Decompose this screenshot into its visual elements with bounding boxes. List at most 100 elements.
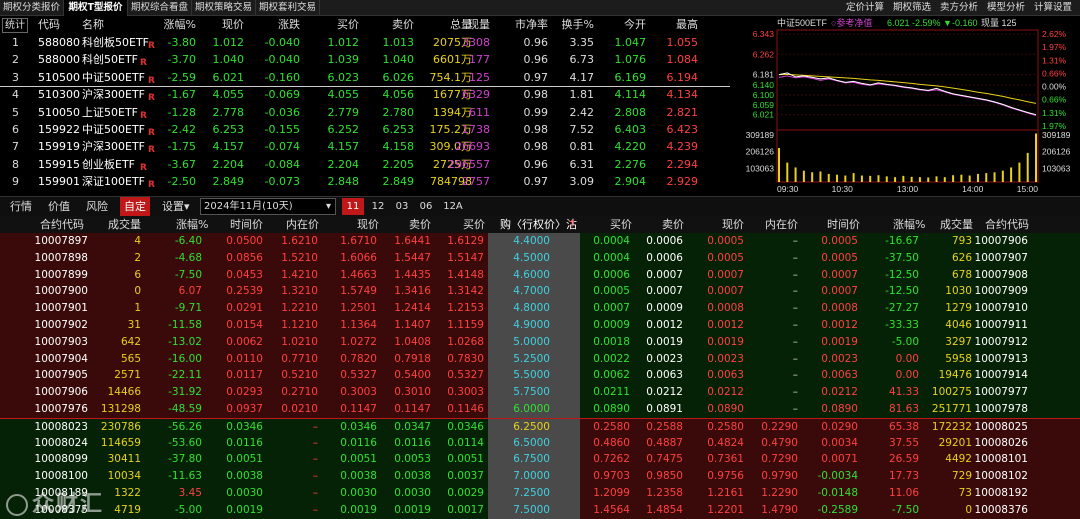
tab-option-overview[interactable]: 期权综合看盘 [128, 0, 192, 16]
row-turnover: 6.31 [569, 157, 595, 171]
col-code[interactable]: 代码 [38, 16, 60, 34]
col-left-vol[interactable]: 成交量 [108, 216, 141, 233]
chain-row[interactable]: 10007901 1 -9.71 0.0291 1.2210 1.2501 1.2414 1.… [0, 300, 1080, 317]
quote-row[interactable]: 3 510500 中证500ETF -2.59 6.021 -0.160 6.023 6.02… [0, 69, 730, 87]
col-left-intrinsic[interactable]: 内在价 [286, 216, 319, 233]
chain-row[interactable]: 10007903 642 -13.02 0.0062 1.0210 1.0272 1.040… [0, 333, 1080, 351]
col-chg-pct[interactable]: 涨幅% [164, 16, 196, 34]
option-filter-link[interactable]: 期权筛选 [893, 0, 931, 16]
col-right-time-value[interactable]: 时间价 [827, 216, 860, 233]
col-left-ask[interactable]: 卖价 [409, 216, 431, 233]
col-open[interactable]: 今开 [624, 16, 646, 34]
col-left-price[interactable]: 现价 [357, 216, 379, 233]
month-03[interactable]: 03 [392, 198, 412, 215]
chain-row[interactable]: 10008189 1322 3.45 0.0030–0.0030 0.0030 0.002… [0, 485, 1080, 502]
chain-row[interactable]: 10008100 10034 -11.63 0.0038 – 0.0038 0.0038 0.… [0, 468, 1080, 485]
calc-settings-link[interactable]: 计算设置 [1034, 0, 1072, 16]
put-code: 10008102 [974, 470, 1028, 483]
intraday-chart[interactable]: 中证500ETF ○参考净值 6.021 -2.59% ▼-0.160 现量 125 6… [735, 16, 1080, 194]
chain-row[interactable]: 10007906 14466 -31.92 0.0293 0.2710 0.3003 0.3… [0, 384, 1080, 401]
row-bid: 6.023 [327, 70, 360, 84]
quote-row[interactable]: 9 159901 深证100ETF -2.50 2.849 -0.073 2.848 2.84… [0, 173, 730, 191]
stats-button[interactable]: 统计 [2, 18, 28, 33]
col-right-bid[interactable]: 买价 [610, 216, 632, 233]
model-analysis-link[interactable]: 模型分析 [987, 0, 1025, 16]
month-11[interactable]: 11 [342, 198, 364, 215]
col-turnover[interactable]: 换手% [562, 16, 594, 34]
col-price[interactable]: 现价 [222, 16, 244, 34]
tab-option-category[interactable]: 期权分类报价 [0, 0, 64, 16]
quote-row[interactable]: 4 510300 沪深300ETF -1.67 4.055 -0.069 4.055 4.05… [0, 86, 730, 104]
row-ask: 2.780 [382, 105, 415, 119]
col-strike[interactable]: 购〈行权价〉沽 [500, 216, 577, 233]
call-intrinsic: 1.6210 [281, 235, 318, 247]
col-right-code[interactable]: 合约代码 [985, 216, 1029, 233]
quote-row[interactable]: 7 159919 沪深300ETF -1.75 4.157 -0.074 4.157 4.15… [0, 138, 730, 156]
col-right-intrinsic[interactable]: 内在价 [765, 216, 798, 233]
call-volume: 0 [134, 285, 141, 298]
put-volume: 100275 [931, 386, 972, 399]
chain-row[interactable]: 10007905 2571 -22.11 0.0117 0.5210 0.5327 0.54… [0, 367, 1080, 385]
row-cur-vol: 611 [469, 105, 490, 119]
put-volume: 19476 [938, 369, 972, 382]
col-ask[interactable]: 卖价 [392, 16, 414, 34]
tab-risk[interactable]: 风险 [86, 197, 108, 216]
put-volume: 5958 [945, 352, 972, 365]
col-right-price[interactable]: 现价 [722, 216, 744, 233]
quote-row[interactable]: 2 588000 科创50ETF -3.70 1.040 -0.040 1.039 1.040… [0, 51, 730, 69]
month-06[interactable]: 06 [416, 198, 436, 215]
tab-custom[interactable]: 自定 [120, 197, 150, 216]
tab-option-t-quote[interactable]: 期权T型报价 [64, 0, 128, 16]
row-name: 中证500ETF [82, 70, 145, 84]
chain-row[interactable]: 10007897 4 -6.40 0.0500 1.6210 1.6710 1.6441 1.… [0, 233, 1080, 250]
col-name[interactable]: 名称 [82, 16, 104, 34]
quote-row[interactable]: 8 159915 创业板ETF -3.67 2.204 -0.084 2.204 2.205 2… [0, 156, 730, 174]
chain-row[interactable]: 10007898 2 -4.68 0.0856 1.5210 1.6066 1.5447 1.… [0, 249, 1080, 267]
col-bid[interactable]: 买价 [337, 16, 359, 34]
chain-row[interactable]: 10008023 230786 -56.26 0.0346 – 0.0346 0.0347 0… [0, 417, 1080, 435]
chain-row[interactable]: 10007976 131298 -48.59 0.0937 0.0210 0.1147 0.… [0, 401, 1080, 418]
chain-row[interactable]: 10007899 6 -7.50 0.0453 1.4210 1.4663 1.4435 1.… [0, 266, 1080, 284]
row-high: 4.239 [666, 140, 699, 154]
col-cur-vol[interactable]: 现量 [468, 16, 490, 34]
col-pb[interactable]: 市净率 [515, 16, 548, 34]
chain-row[interactable]: 10008024 114659 -53.60 0.0116 – 0.0116 0.0116 0… [0, 434, 1080, 452]
pricing-calc-link[interactable]: 定价计算 [846, 0, 884, 16]
col-left-time-value[interactable]: 时间价 [230, 216, 263, 233]
row-pb: 0.98 [523, 88, 549, 102]
col-diff[interactable]: 涨跌 [278, 16, 300, 34]
seller-analysis-link[interactable]: 卖方分析 [940, 0, 978, 16]
col-left-code[interactable]: 合约代码 [40, 216, 84, 233]
strike-price: 6.7500 [513, 453, 550, 466]
col-high[interactable]: 最高 [676, 16, 698, 34]
col-left-chg[interactable]: 涨幅% [176, 216, 208, 233]
row-ask: 4.158 [382, 140, 415, 154]
expiry-select[interactable]: 2024年11月(10天) ▾ [200, 198, 336, 215]
tab-option-strategy[interactable]: 期权策略交易 [192, 0, 256, 16]
row-vol: 1394万 [433, 105, 472, 119]
month-12[interactable]: 12 [368, 198, 388, 215]
col-right-vol[interactable]: 成交量 [940, 216, 973, 233]
row-high: 2.929 [666, 175, 699, 189]
col-right-ask[interactable]: 卖价 [662, 216, 684, 233]
tab-quotes[interactable]: 行情 [10, 197, 32, 216]
chain-row[interactable]: 10007900 0 6.07 0.2539 1.3210 1.5749 1.3416 1.3… [0, 283, 1080, 301]
row-price: 4.157 [212, 140, 245, 154]
put-intrinsic: – [792, 403, 798, 415]
settings-menu[interactable]: 设置▾ [162, 197, 190, 216]
month-12a[interactable]: 12A [440, 198, 466, 215]
chain-row[interactable]: 10007902 31 -11.58 0.0154 1.1210 1.1364 1.1407… [0, 317, 1080, 334]
tab-option-arbitrage[interactable]: 期权套利交易 [256, 0, 320, 16]
chain-row[interactable]: 10007904 565 -16.00 0.0110 0.7710 0.7820 0.791… [0, 350, 1080, 368]
quote-row[interactable]: 5 510050 上证50ETF -1.28 2.778 -0.036 2.779 2.780… [0, 104, 730, 122]
call-chg: -7.50 [174, 268, 202, 281]
chain-row[interactable]: 10008099 30411 -37.80 0.0051 – 0.0051 0.0053 0.… [0, 451, 1080, 469]
quote-row[interactable]: 6 159922 中证500ETF -2.42 6.253 -0.155 6.252 6.25… [0, 121, 730, 139]
col-left-bid[interactable]: 买价 [463, 216, 485, 233]
quote-row[interactable]: 1 588080 科创板50ETF -3.80 1.012 -0.040 1.012 1.01… [0, 34, 730, 52]
col-right-chg[interactable]: 涨幅% [893, 216, 925, 233]
chain-row[interactable]: 10008375 4719 -5.00 0.0019–0.0019 0.0019 0.00… [0, 501, 1080, 519]
call-time-value: 0.0117 [226, 369, 263, 382]
row-diff: -0.069 [264, 88, 300, 102]
tab-value[interactable]: 价值 [48, 197, 70, 216]
